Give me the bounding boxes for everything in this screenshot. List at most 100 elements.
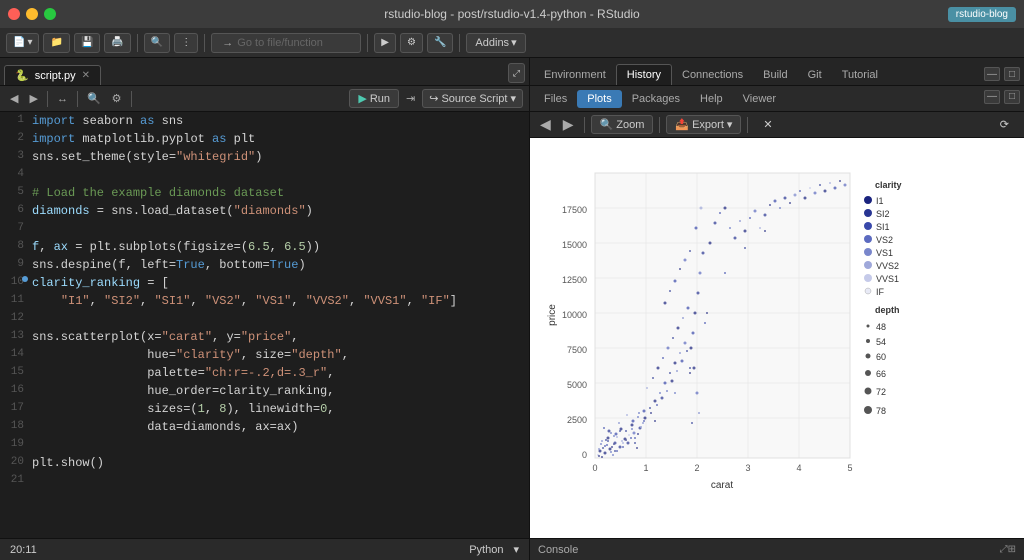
addins-button[interactable]: Addins ▾ bbox=[466, 33, 525, 53]
export-chevron-icon: ▾ bbox=[727, 118, 733, 131]
knit-button[interactable]: 🔧 bbox=[427, 33, 453, 53]
find-button[interactable]: 🔍 bbox=[144, 33, 170, 53]
code-tools-button[interactable]: ⚙ bbox=[108, 90, 126, 107]
tab-environment-label: Environment bbox=[544, 69, 606, 81]
console-label: Console bbox=[538, 544, 578, 556]
tab-build[interactable]: Build bbox=[753, 65, 797, 85]
zoom-button[interactable]: 🔍 Zoom bbox=[591, 115, 654, 134]
code-line-1: 1 import seaborn as sns bbox=[0, 112, 529, 130]
code-line-19: 19 bbox=[0, 436, 529, 454]
source-label: Source Script bbox=[441, 93, 507, 105]
svg-text:I1: I1 bbox=[876, 196, 884, 206]
svg-text:1: 1 bbox=[643, 463, 648, 473]
maximize-bottom-pane-button[interactable]: □ bbox=[1004, 90, 1020, 104]
new-file-button[interactable]: 📄▾ bbox=[6, 33, 39, 53]
tab-packages[interactable]: Packages bbox=[622, 90, 690, 108]
goto-file-input[interactable]: → Go to file/function bbox=[211, 33, 361, 53]
source-icon: ↪ bbox=[429, 92, 438, 105]
run-button[interactable]: ▶ Run bbox=[349, 89, 399, 108]
folder-icon: 📁 bbox=[50, 37, 62, 48]
main-content: 🐍 script.py ✕ ⤢ ◀ ▶ ↔ 🔍 ⚙ ▶ Run ⇥ bbox=[0, 58, 1024, 538]
editor-tab-bar: 🐍 script.py ✕ ⤢ bbox=[0, 58, 529, 86]
svg-text:carat: carat bbox=[711, 480, 733, 491]
svg-text:60: 60 bbox=[876, 352, 886, 362]
refresh-button[interactable]: ⟳ bbox=[991, 115, 1018, 134]
run-label: Run bbox=[370, 93, 390, 105]
svg-text:5000: 5000 bbox=[567, 380, 587, 390]
source-script-button[interactable]: ↪ Source Script ▾ bbox=[422, 89, 523, 108]
save-button[interactable]: 💾 bbox=[74, 33, 100, 53]
tab-environment[interactable]: Environment bbox=[534, 65, 616, 85]
code-line-13: 13 sns.scatterplot(x="carat", y="price", bbox=[0, 328, 529, 346]
cursor-position: 20:11 bbox=[10, 544, 37, 556]
delete-plot-button[interactable]: ✕ bbox=[754, 115, 781, 134]
close-button[interactable] bbox=[8, 8, 20, 20]
tab-connections[interactable]: Connections bbox=[672, 65, 753, 85]
tab-files[interactable]: Files bbox=[534, 90, 577, 108]
toolbar-separator bbox=[137, 34, 138, 52]
format-button[interactable]: ⇥ bbox=[402, 90, 419, 107]
status-bar-right: Console ⤢ ⊞ bbox=[530, 538, 1024, 560]
code-line-17: 17 sizes=(1, 8), linewidth=0, bbox=[0, 400, 529, 418]
open-file-button[interactable]: 📁 bbox=[43, 33, 69, 53]
svg-text:3: 3 bbox=[745, 463, 750, 473]
tab-git[interactable]: Git bbox=[798, 65, 832, 85]
editor-tab-controls: ⤢ bbox=[508, 63, 525, 85]
editor-tab-script[interactable]: 🐍 script.py ✕ bbox=[4, 65, 101, 85]
maximize-button[interactable] bbox=[44, 8, 56, 20]
tab-viewer[interactable]: Viewer bbox=[733, 90, 786, 108]
code-line-20: 20 plt.show() bbox=[0, 454, 529, 472]
show-in-pane-button[interactable]: ↔ bbox=[53, 91, 72, 107]
find-in-editor-button[interactable]: 🔍 bbox=[83, 90, 105, 107]
code-line-8: 8 f, ax = plt.subplots(figsize=(6.5, 6.5… bbox=[0, 238, 529, 256]
plot-area: 0 2500 5000 7500 10000 12500 15000 17500… bbox=[530, 138, 1024, 538]
zoom-label: Zoom bbox=[616, 119, 644, 131]
svg-text:2500: 2500 bbox=[567, 415, 587, 425]
plot-toolbar: ◀ ▶ 🔍 Zoom 📤 Export ▾ ✕ ⟳ bbox=[530, 112, 1024, 138]
tab-help[interactable]: Help bbox=[690, 90, 733, 108]
run-button-toolbar[interactable]: ▶ bbox=[374, 33, 396, 53]
minimize-bottom-pane-button[interactable]: — bbox=[984, 90, 1000, 104]
svg-text:SI2: SI2 bbox=[876, 209, 890, 219]
render-button[interactable]: ⚙ bbox=[400, 33, 423, 53]
tab-plots[interactable]: Plots bbox=[577, 90, 621, 108]
code-line-10: 10 clarity_ranking = [ bbox=[0, 274, 529, 292]
new-file-icon: 📄 bbox=[13, 37, 25, 48]
code-line-15: 15 palette="ch:r=-.2,d=.3_r", bbox=[0, 364, 529, 382]
svg-text:10000: 10000 bbox=[562, 310, 587, 320]
tab-git-label: Git bbox=[808, 69, 822, 81]
right-top-tab-bar: Environment History Connections Build Gi… bbox=[530, 58, 1024, 86]
tab-close-icon[interactable]: ✕ bbox=[82, 70, 90, 81]
minimize-button[interactable] bbox=[26, 8, 38, 20]
code-line-16: 16 hue_order=clarity_ranking, bbox=[0, 382, 529, 400]
code-editor[interactable]: 1 import seaborn as sns 2 import matplot… bbox=[0, 112, 529, 538]
svg-text:clarity: clarity bbox=[875, 180, 902, 190]
tab-history[interactable]: History bbox=[616, 64, 672, 85]
svg-text:72: 72 bbox=[876, 387, 886, 397]
svg-text:15000: 15000 bbox=[562, 240, 587, 250]
plot-prev-button[interactable]: ◀ bbox=[536, 116, 555, 133]
console-popout-button[interactable]: ⊞ bbox=[1008, 544, 1016, 555]
minimize-pane-button[interactable]: — bbox=[984, 67, 1000, 81]
export-button[interactable]: 📤 Export ▾ bbox=[666, 115, 741, 134]
tab-tutorial[interactable]: Tutorial bbox=[832, 65, 888, 85]
code-line-12: 12 bbox=[0, 310, 529, 328]
print-button[interactable]: 🖨️ bbox=[104, 33, 130, 53]
goto-arrow-icon: → bbox=[222, 37, 233, 49]
collapse-editor-button[interactable]: ⤢ bbox=[508, 63, 525, 83]
toolbar-separator2 bbox=[204, 34, 205, 52]
back-button[interactable]: ◀ bbox=[6, 90, 22, 107]
svg-text:54: 54 bbox=[876, 337, 886, 347]
console-maximize-button[interactable]: ⤢ bbox=[1000, 544, 1008, 555]
maximize-pane-button[interactable]: □ bbox=[1004, 67, 1020, 81]
find-next-button[interactable]: ⋮ bbox=[174, 33, 198, 53]
right-second-tab-bar: Files Plots Packages Help Viewer — □ bbox=[530, 86, 1024, 112]
save-icon: 💾 bbox=[81, 37, 93, 48]
svg-text:price: price bbox=[547, 304, 558, 326]
forward-button[interactable]: ▶ bbox=[25, 90, 41, 107]
title-bar: rstudio-blog - post/rstudio-v1.4-python … bbox=[0, 0, 1024, 28]
run-icon: ▶ bbox=[358, 92, 366, 105]
tab-build-label: Build bbox=[763, 69, 787, 81]
plot-next-button[interactable]: ▶ bbox=[559, 116, 578, 133]
language-chevron-icon: ▾ bbox=[513, 543, 519, 556]
